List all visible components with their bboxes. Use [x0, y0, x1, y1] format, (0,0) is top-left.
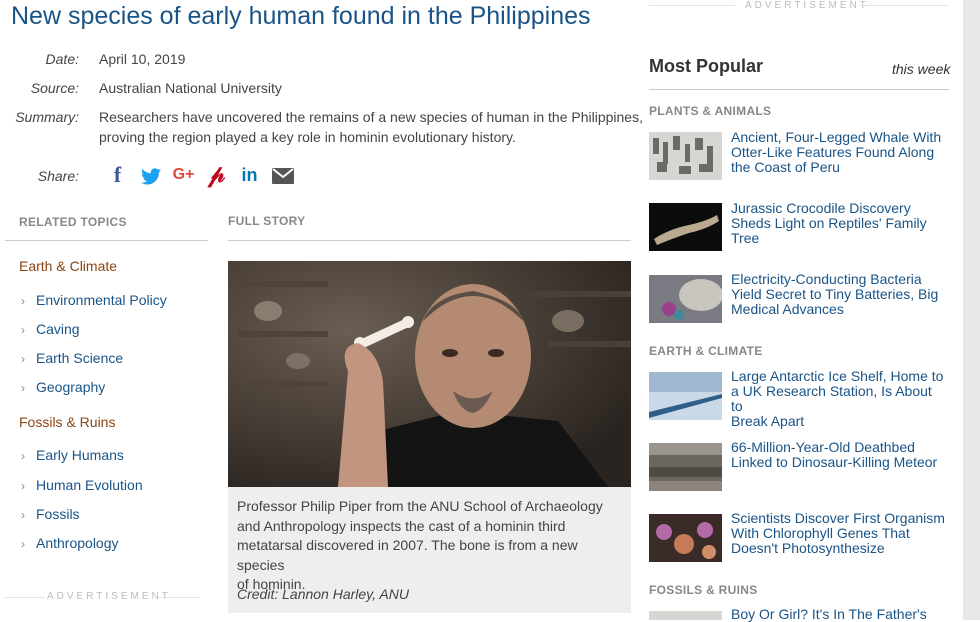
sidebar-article-link[interactable]: Large Antarctic Ice Shelf, Home to a UK R… [731, 369, 947, 429]
sidebar-article-link[interactable]: 66-Million-Year-Old Deathbed Linked to Di… [731, 440, 947, 470]
thumbnail-image[interactable] [649, 132, 722, 180]
sidebar-article-link[interactable]: Ancient, Four-Legged Whale With Otter-Lik… [731, 130, 947, 175]
sidebar-article-link[interactable]: Electricity-Conducting Bacteria Yield Sec… [731, 272, 947, 317]
article-source: Australian National University [99, 80, 282, 96]
caption-line: Professor Philip Piper from the ANU Scho… [237, 498, 603, 514]
topic-item[interactable]: › Earth Science [21, 350, 123, 366]
topic-category-earth-climate[interactable]: Earth & Climate [19, 258, 117, 274]
thumbnail-image[interactable] [649, 514, 722, 562]
page-title: New species of early human found in the … [11, 2, 591, 30]
divider [649, 89, 949, 90]
related-topics-heading: RELATED TOPICS [19, 215, 127, 229]
topic-item[interactable]: › Caving [21, 321, 80, 337]
source-label: Source: [30, 80, 79, 96]
sidebar-category-fossils-ruins[interactable]: FOSSILS & RUINS [649, 583, 758, 597]
chevron-right-icon: › [21, 479, 25, 493]
share-label: Share: [37, 168, 79, 184]
share-icons: f G+ 𝓅 in [101, 163, 299, 187]
caption-line: and Anthropology inspects the cast of a … [237, 517, 566, 534]
photo-credit: Credit: Lannon Harley, ANU [237, 586, 409, 602]
topic-item[interactable]: › Environmental Policy [21, 292, 167, 308]
pinterest-icon[interactable]: 𝓅 [200, 163, 233, 187]
divider [228, 240, 631, 241]
caption-line: metatarsal discovered in 2007. The bone … [237, 537, 578, 573]
most-popular-period[interactable]: this week [892, 61, 950, 77]
advertisement-label: ADVERTISEMENT [47, 591, 171, 602]
google-plus-icon[interactable]: G+ [167, 163, 200, 187]
sidebar-category-plants-animals[interactable]: PLANTS & ANIMALS [649, 104, 771, 118]
thumbnail-image[interactable] [649, 203, 722, 251]
chevron-right-icon: › [21, 449, 25, 463]
topic-item[interactable]: › Fossils [21, 506, 80, 522]
chevron-right-icon: › [21, 352, 25, 366]
thumbnail-image[interactable] [649, 275, 722, 323]
email-icon[interactable] [266, 163, 299, 187]
date-label: Date: [45, 51, 79, 67]
twitter-icon[interactable] [134, 163, 167, 187]
chevron-right-icon: › [21, 381, 25, 395]
chevron-right-icon: › [21, 537, 25, 551]
summary-line: proving the region played a key role in … [99, 129, 516, 145]
divider [158, 597, 200, 598]
thumbnail-image[interactable] [649, 611, 722, 620]
article-photo [228, 261, 631, 487]
facebook-icon[interactable]: f [101, 163, 134, 187]
linkedin-icon[interactable]: in [233, 163, 266, 187]
summary-line: Researchers have uncovered the remains o… [99, 109, 643, 125]
article-summary: Researchers have uncovered the remains o… [99, 107, 643, 147]
topic-item[interactable]: › Geography [21, 379, 105, 395]
divider [5, 240, 208, 241]
sidebar-category-earth-climate[interactable]: EARTH & CLIMATE [649, 344, 763, 358]
topic-item[interactable]: › Human Evolution [21, 477, 143, 493]
divider [649, 5, 735, 6]
full-story-heading: FULL STORY [228, 214, 306, 228]
chevron-right-icon: › [21, 508, 25, 522]
chevron-right-icon: › [21, 294, 25, 308]
article-date: April 10, 2019 [99, 51, 186, 67]
topic-item[interactable]: › Early Humans [21, 447, 124, 463]
sidebar-article-link[interactable]: Scientists Discover First Organism With C… [731, 511, 947, 556]
topic-category-fossils-ruins[interactable]: Fossils & Ruins [19, 414, 115, 430]
thumbnail-image[interactable] [649, 443, 722, 491]
divider [860, 5, 949, 6]
thumbnail-image[interactable] [649, 372, 722, 420]
most-popular-title: Most Popular [649, 56, 764, 76]
photo-caption: Professor Philip Piper from the ANU Scho… [237, 497, 627, 595]
advertisement-label: ADVERTISEMENT [745, 0, 869, 11]
divider [5, 597, 45, 598]
scrollbar[interactable] [963, 0, 980, 620]
chevron-right-icon: › [21, 323, 25, 337]
sidebar-article-link[interactable]: Jurassic Crocodile Discovery Sheds Light … [731, 201, 947, 246]
summary-label: Summary: [15, 109, 79, 125]
topic-item[interactable]: › Anthropology [21, 535, 119, 551]
